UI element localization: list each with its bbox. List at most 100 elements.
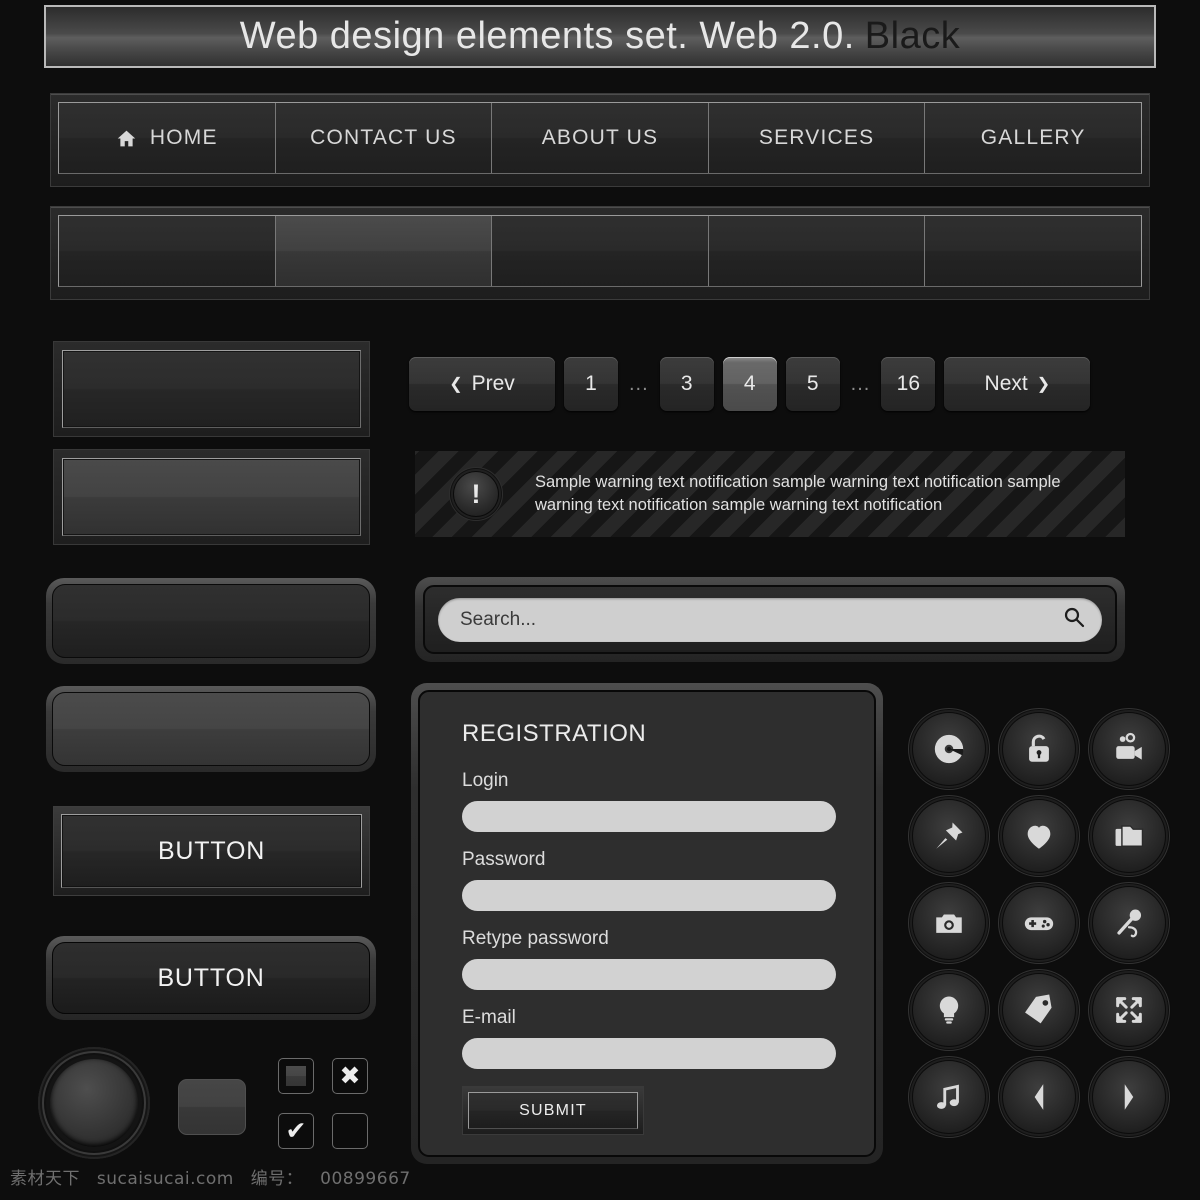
rounded-button-inner <box>52 692 370 766</box>
beveled-panel-inner <box>62 350 361 428</box>
knob-core <box>50 1059 138 1147</box>
nav-item-label: SERVICES <box>758 126 875 149</box>
rounded-button-inner <box>52 584 370 658</box>
exclamation-icon: ! <box>453 471 499 517</box>
blank-nav-cell-5[interactable] <box>925 216 1141 286</box>
password-input[interactable] <box>462 880 836 911</box>
rounded-square-swatch[interactable] <box>178 1079 246 1135</box>
pagination: ❮ Prev 1 ... 3 4 5 ... 16 Next ❯ <box>409 357 1091 411</box>
pagination-page-label: 3 <box>680 372 693 395</box>
blank-nav-cell-4[interactable] <box>708 216 926 286</box>
music-note-icon[interactable] <box>912 1060 986 1134</box>
pagination-prev-label: Prev <box>471 372 515 395</box>
lock-icon[interactable] <box>1002 712 1076 786</box>
watermark-site: sucaisucai.com <box>96 1169 234 1189</box>
nav-item-label: ABOUT US <box>541 126 659 149</box>
nav-item-about-us[interactable]: ABOUT US <box>492 103 709 173</box>
folder-icon[interactable] <box>1092 799 1166 873</box>
beveled-panel-inner <box>62 458 361 536</box>
round-knob-control[interactable] <box>38 1047 150 1159</box>
nav-item-gallery[interactable]: GALLERY <box>925 103 1141 173</box>
pagination-page-5[interactable]: 5 <box>785 357 840 411</box>
login-label: Login <box>462 770 509 791</box>
page-title-accent: Black <box>864 15 961 57</box>
blank-nav-cell-1[interactable] <box>59 216 276 286</box>
main-navigation-bar: HOME CONTACT US ABOUT US SERVICES GALLER… <box>50 93 1150 187</box>
watermark: 素材天下 sucaisucai.com 编号： 00899667 <box>10 1164 422 1189</box>
nav-item-contact-us[interactable]: CONTACT US <box>275 103 493 173</box>
icon-grid <box>912 712 1182 1147</box>
pagination-next-label: Next <box>984 372 1028 395</box>
pagination-page-label: 1 <box>585 372 597 395</box>
checkbox-empty[interactable] <box>332 1113 368 1149</box>
submit-button-label: SUBMIT <box>468 1092 638 1129</box>
watermark-id-label: 编号： <box>250 1169 304 1189</box>
microphone-icon[interactable] <box>1092 886 1166 960</box>
password-label: Password <box>462 849 546 870</box>
pushpin-icon[interactable] <box>912 799 986 873</box>
square-button[interactable]: BUTTON <box>53 806 370 896</box>
rounded-button-label: BUTTON <box>52 942 370 1014</box>
blank-navigation-items <box>58 215 1142 287</box>
search-icon[interactable] <box>1062 605 1086 634</box>
search-input[interactable]: Search... <box>438 597 1102 642</box>
cross-icon: ✖ <box>339 1061 361 1090</box>
checkbox-filled[interactable] <box>278 1058 314 1094</box>
pagination-page-1[interactable]: 1 <box>564 357 618 411</box>
watermark-id-value: 00899667 <box>320 1169 411 1189</box>
nav-item-label: CONTACT US <box>310 126 457 149</box>
tag-icon[interactable] <box>1002 973 1076 1047</box>
arrow-left-icon[interactable] <box>1002 1060 1076 1134</box>
submit-button[interactable]: SUBMIT <box>462 1086 644 1135</box>
registration-form: REGISTRATION Login Password Retype passw… <box>411 683 883 1164</box>
nav-item-services[interactable]: SERVICES <box>708 103 926 173</box>
beveled-panel-normal[interactable] <box>53 341 370 437</box>
heart-icon[interactable] <box>1002 799 1076 873</box>
email-label: E-mail <box>462 1007 516 1028</box>
video-camera-icon[interactable] <box>1092 712 1166 786</box>
pagination-page-label: 5 <box>806 372 819 395</box>
checkbox-fill-icon <box>286 1066 306 1086</box>
search-placeholder: Search... <box>460 608 537 630</box>
pagination-ellipsis-left: ... <box>629 372 649 395</box>
page-title: Web design elements set. Web 2.0. Black <box>44 5 1156 68</box>
camera-icon[interactable] <box>912 886 986 960</box>
disc-icon[interactable] <box>912 712 986 786</box>
pagination-page-3[interactable]: 3 <box>659 357 714 411</box>
checkbox-check[interactable]: ✔ <box>278 1113 314 1149</box>
login-input[interactable] <box>462 801 836 832</box>
email-input[interactable] <box>462 1038 836 1069</box>
fullscreen-icon[interactable] <box>1092 973 1166 1047</box>
registration-form-body: REGISTRATION Login Password Retype passw… <box>418 690 876 1157</box>
nav-item-label: GALLERY <box>980 126 1086 149</box>
exclamation-glyph: ! <box>471 478 481 509</box>
arrow-right-icon[interactable] <box>1092 1060 1166 1134</box>
pagination-next-button[interactable]: Next ❯ <box>944 357 1091 411</box>
pagination-page-16[interactable]: 16 <box>881 357 936 411</box>
checkbox-cross[interactable]: ✖ <box>332 1058 368 1094</box>
pagination-ellipsis-right: ... <box>850 372 871 395</box>
rounded-button-blank-normal[interactable] <box>46 578 376 664</box>
design-elements-sheet: Web design elements set. Web 2.0. Black … <box>0 0 1200 1200</box>
check-icon: ✔ <box>285 1116 307 1145</box>
pagination-page-4-active[interactable]: 4 <box>722 357 777 411</box>
gamepad-icon[interactable] <box>1002 886 1076 960</box>
beveled-panel-hover[interactable] <box>53 449 370 545</box>
navigation-items: HOME CONTACT US ABOUT US SERVICES GALLER… <box>58 102 1142 174</box>
home-icon <box>116 128 137 149</box>
search-bar-inner: Search... <box>423 585 1117 654</box>
lightbulb-icon[interactable] <box>912 973 986 1047</box>
watermark-site-cn: 素材天下 <box>10 1169 80 1189</box>
rounded-button-blank-hover[interactable] <box>46 686 376 772</box>
pagination-prev-button[interactable]: ❮ Prev <box>409 357 555 411</box>
search-bar: Search... <box>415 577 1125 662</box>
rounded-button[interactable]: BUTTON <box>46 936 376 1020</box>
warning-text: Sample warning text notification sample … <box>535 472 1061 514</box>
chevron-right-icon: ❯ <box>1036 376 1051 393</box>
page-title-main: Web design elements set. Web 2.0. <box>239 15 855 57</box>
blank-nav-cell-2[interactable] <box>275 216 493 286</box>
retype-password-input[interactable] <box>462 959 836 990</box>
nav-item-home[interactable]: HOME <box>59 103 276 173</box>
retype-password-label: Retype password <box>462 928 609 949</box>
blank-nav-cell-3[interactable] <box>492 216 709 286</box>
